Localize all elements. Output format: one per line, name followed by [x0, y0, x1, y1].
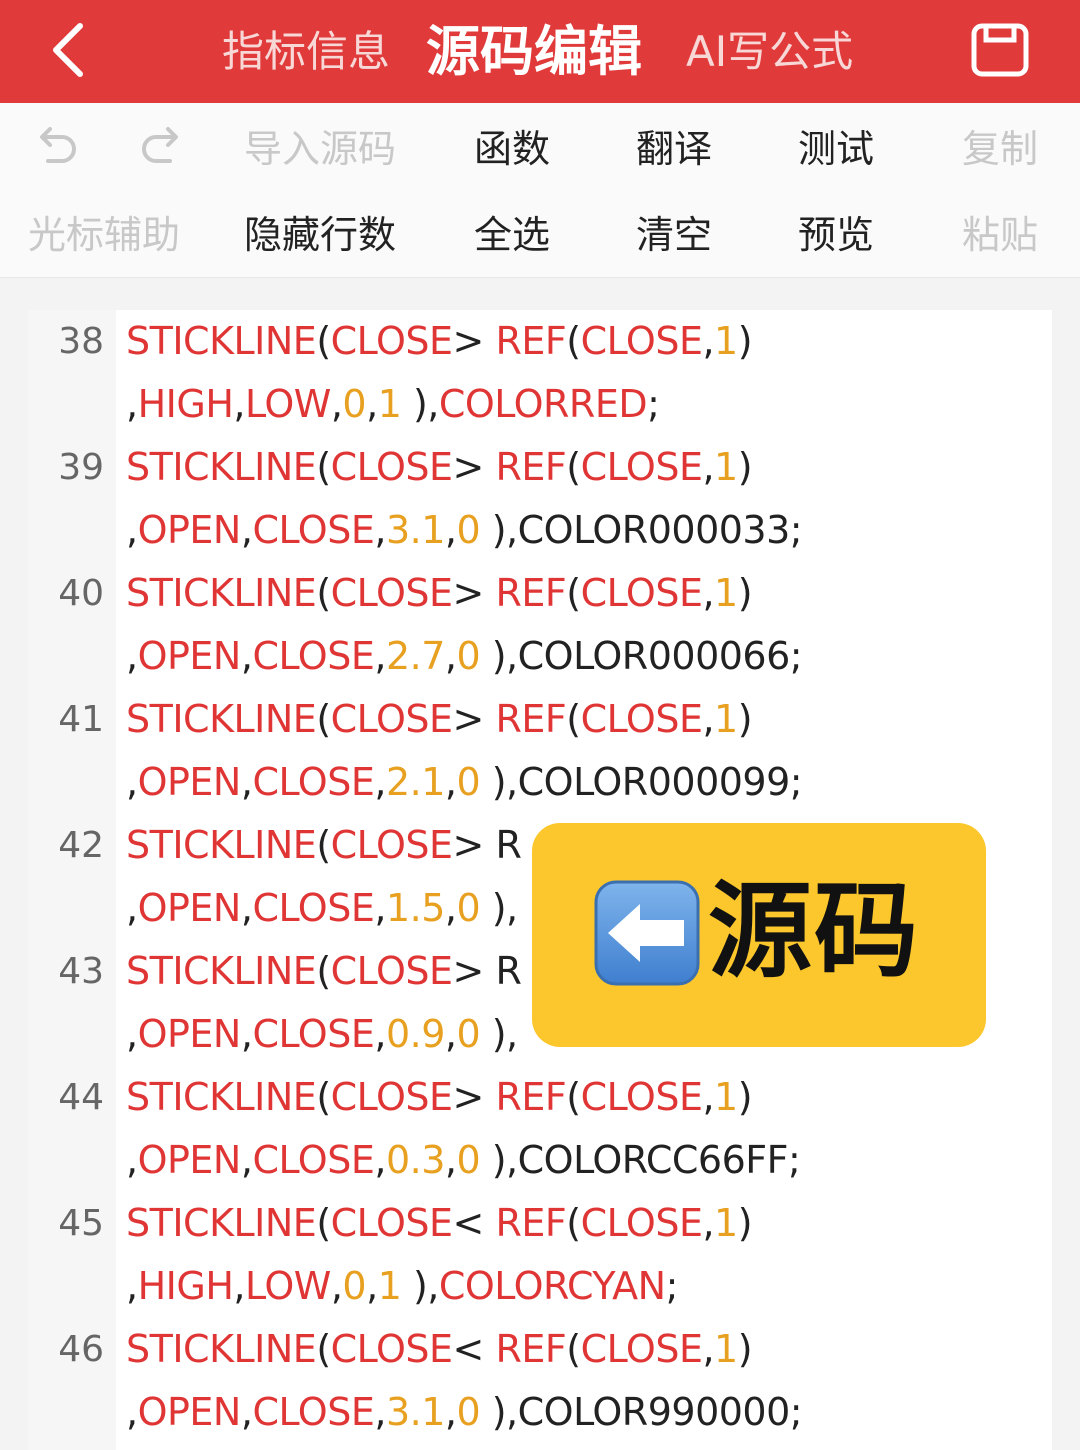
select-all-button[interactable]: 全选: [474, 205, 550, 265]
tab-source-edit[interactable]: 源码编辑: [426, 0, 642, 103]
line-number: 38: [58, 321, 104, 362]
code-line-continuation[interactable]: ,HIGH,LOW,0,1 ),COLORCYAN;: [28, 1255, 1052, 1318]
code-text: ,HIGH,LOW,0,1 ),COLORCYAN;: [126, 1264, 678, 1308]
code-line[interactable]: 38 STICKLINE(CLOSE> REF(CLOSE,1): [28, 310, 1052, 373]
code-line[interactable]: 40 STICKLINE(CLOSE> REF(CLOSE,1): [28, 562, 1052, 625]
line-number: 43: [58, 951, 104, 992]
code-line[interactable]: 39 STICKLINE(CLOSE> REF(CLOSE,1): [28, 436, 1052, 499]
line-number: 44: [58, 1077, 104, 1118]
code-line-continuation[interactable]: ,OPEN,CLOSE,2.7,0 ),COLOR000066;: [28, 625, 1052, 688]
code-line-continuation[interactable]: ,OPEN,CLOSE,2.1,0 ),COLOR000099;: [28, 751, 1052, 814]
code-text: STICKLINE(CLOSE< REF(CLOSE,1): [126, 1201, 753, 1245]
functions-button[interactable]: 函数: [474, 119, 550, 179]
test-button[interactable]: 测试: [798, 119, 874, 179]
top-bar: 指标信息 源码编辑 AI写公式: [0, 0, 1080, 103]
code-line-continuation[interactable]: ,OPEN,CLOSE,3.1,0 ),COLOR000033;: [28, 499, 1052, 562]
tab-ai-formula[interactable]: AI写公式: [686, 0, 853, 103]
left-arrow-icon: [594, 880, 700, 986]
tab-indicator-info[interactable]: 指标信息: [222, 0, 390, 103]
translate-button[interactable]: 翻译: [636, 119, 712, 179]
badge-label: 源码: [708, 870, 921, 992]
code-text: STICKLINE(CLOSE> REF(CLOSE,1): [126, 571, 753, 615]
line-number: 42: [58, 825, 104, 866]
line-number: 46: [58, 1329, 104, 1370]
undo-icon[interactable]: [32, 121, 80, 177]
line-number: 41: [58, 699, 104, 740]
line-number: 45: [58, 1203, 104, 1244]
code-text: STICKLINE(CLOSE< REF(CLOSE,1): [126, 1327, 753, 1371]
code-text: STICKLINE(CLOSE> REF(CLOSE,1): [126, 697, 753, 741]
source-code-badge: 源码: [532, 823, 986, 1047]
code-text: STICKLINE(CLOSE> REF(CLOSE,1): [126, 319, 753, 363]
paste-button[interactable]: 粘贴: [962, 205, 1038, 265]
code-line-continuation[interactable]: ,HIGH,LOW,0,1 ),COLORRED;: [28, 373, 1052, 436]
code-line-continuation[interactable]: ,OPEN,CLOSE,0.3,0 ),COLORCC66FF;: [28, 1129, 1052, 1192]
redo-icon[interactable]: [138, 121, 186, 177]
preview-button[interactable]: 预览: [798, 205, 874, 265]
code-text: ,OPEN,CLOSE,3.1,0 ),COLOR000033;: [126, 508, 803, 552]
back-arrow-icon[interactable]: [42, 18, 102, 82]
code-text: STICKLINE(CLOSE> REF(CLOSE,1): [126, 1075, 753, 1119]
import-source-button[interactable]: 导入源码: [244, 119, 396, 179]
code-line[interactable]: 45 STICKLINE(CLOSE< REF(CLOSE,1): [28, 1192, 1052, 1255]
editor-toolbar: 导入源码 函数 翻译 测试 复制 光标辅助 隐藏行数 全选 清空 预览 粘贴: [0, 103, 1080, 278]
hide-line-numbers-button[interactable]: 隐藏行数: [244, 205, 396, 265]
line-number: 40: [58, 573, 104, 614]
save-icon[interactable]: [970, 22, 1030, 78]
code-text: ,HIGH,LOW,0,1 ),COLORRED;: [126, 382, 660, 426]
code-line[interactable]: 46 STICKLINE(CLOSE< REF(CLOSE,1): [28, 1318, 1052, 1381]
cursor-assist-button[interactable]: 光标辅助: [28, 205, 180, 265]
code-text: ,OPEN,CLOSE,3.1,0 ),COLOR990000;: [126, 1390, 803, 1434]
code-text: STICKLINE(CLOSE> R: [126, 949, 522, 993]
copy-button[interactable]: 复制: [962, 119, 1038, 179]
code-text: STICKLINE(CLOSE> REF(CLOSE,1): [126, 445, 753, 489]
code-line-continuation[interactable]: ,OPEN,CLOSE,3.1,0 ),COLOR990000;: [28, 1381, 1052, 1444]
code-text: ,OPEN,CLOSE,1.5,0 ),: [126, 886, 518, 930]
code-text: ,OPEN,CLOSE,2.7,0 ),COLOR000066;: [126, 634, 803, 678]
code-line[interactable]: 44 STICKLINE(CLOSE> REF(CLOSE,1): [28, 1066, 1052, 1129]
line-number: 39: [58, 447, 104, 488]
code-text: ,OPEN,CLOSE,2.1,0 ),COLOR000099;: [126, 760, 803, 804]
code-text: ,OPEN,CLOSE,0.9,0 ),: [126, 1012, 518, 1056]
code-text: STICKLINE(CLOSE> R: [126, 823, 522, 867]
code-line[interactable]: 41 STICKLINE(CLOSE> REF(CLOSE,1): [28, 688, 1052, 751]
code-text: ,OPEN,CLOSE,0.3,0 ),COLORCC66FF;: [126, 1138, 801, 1182]
clear-button[interactable]: 清空: [636, 205, 712, 265]
